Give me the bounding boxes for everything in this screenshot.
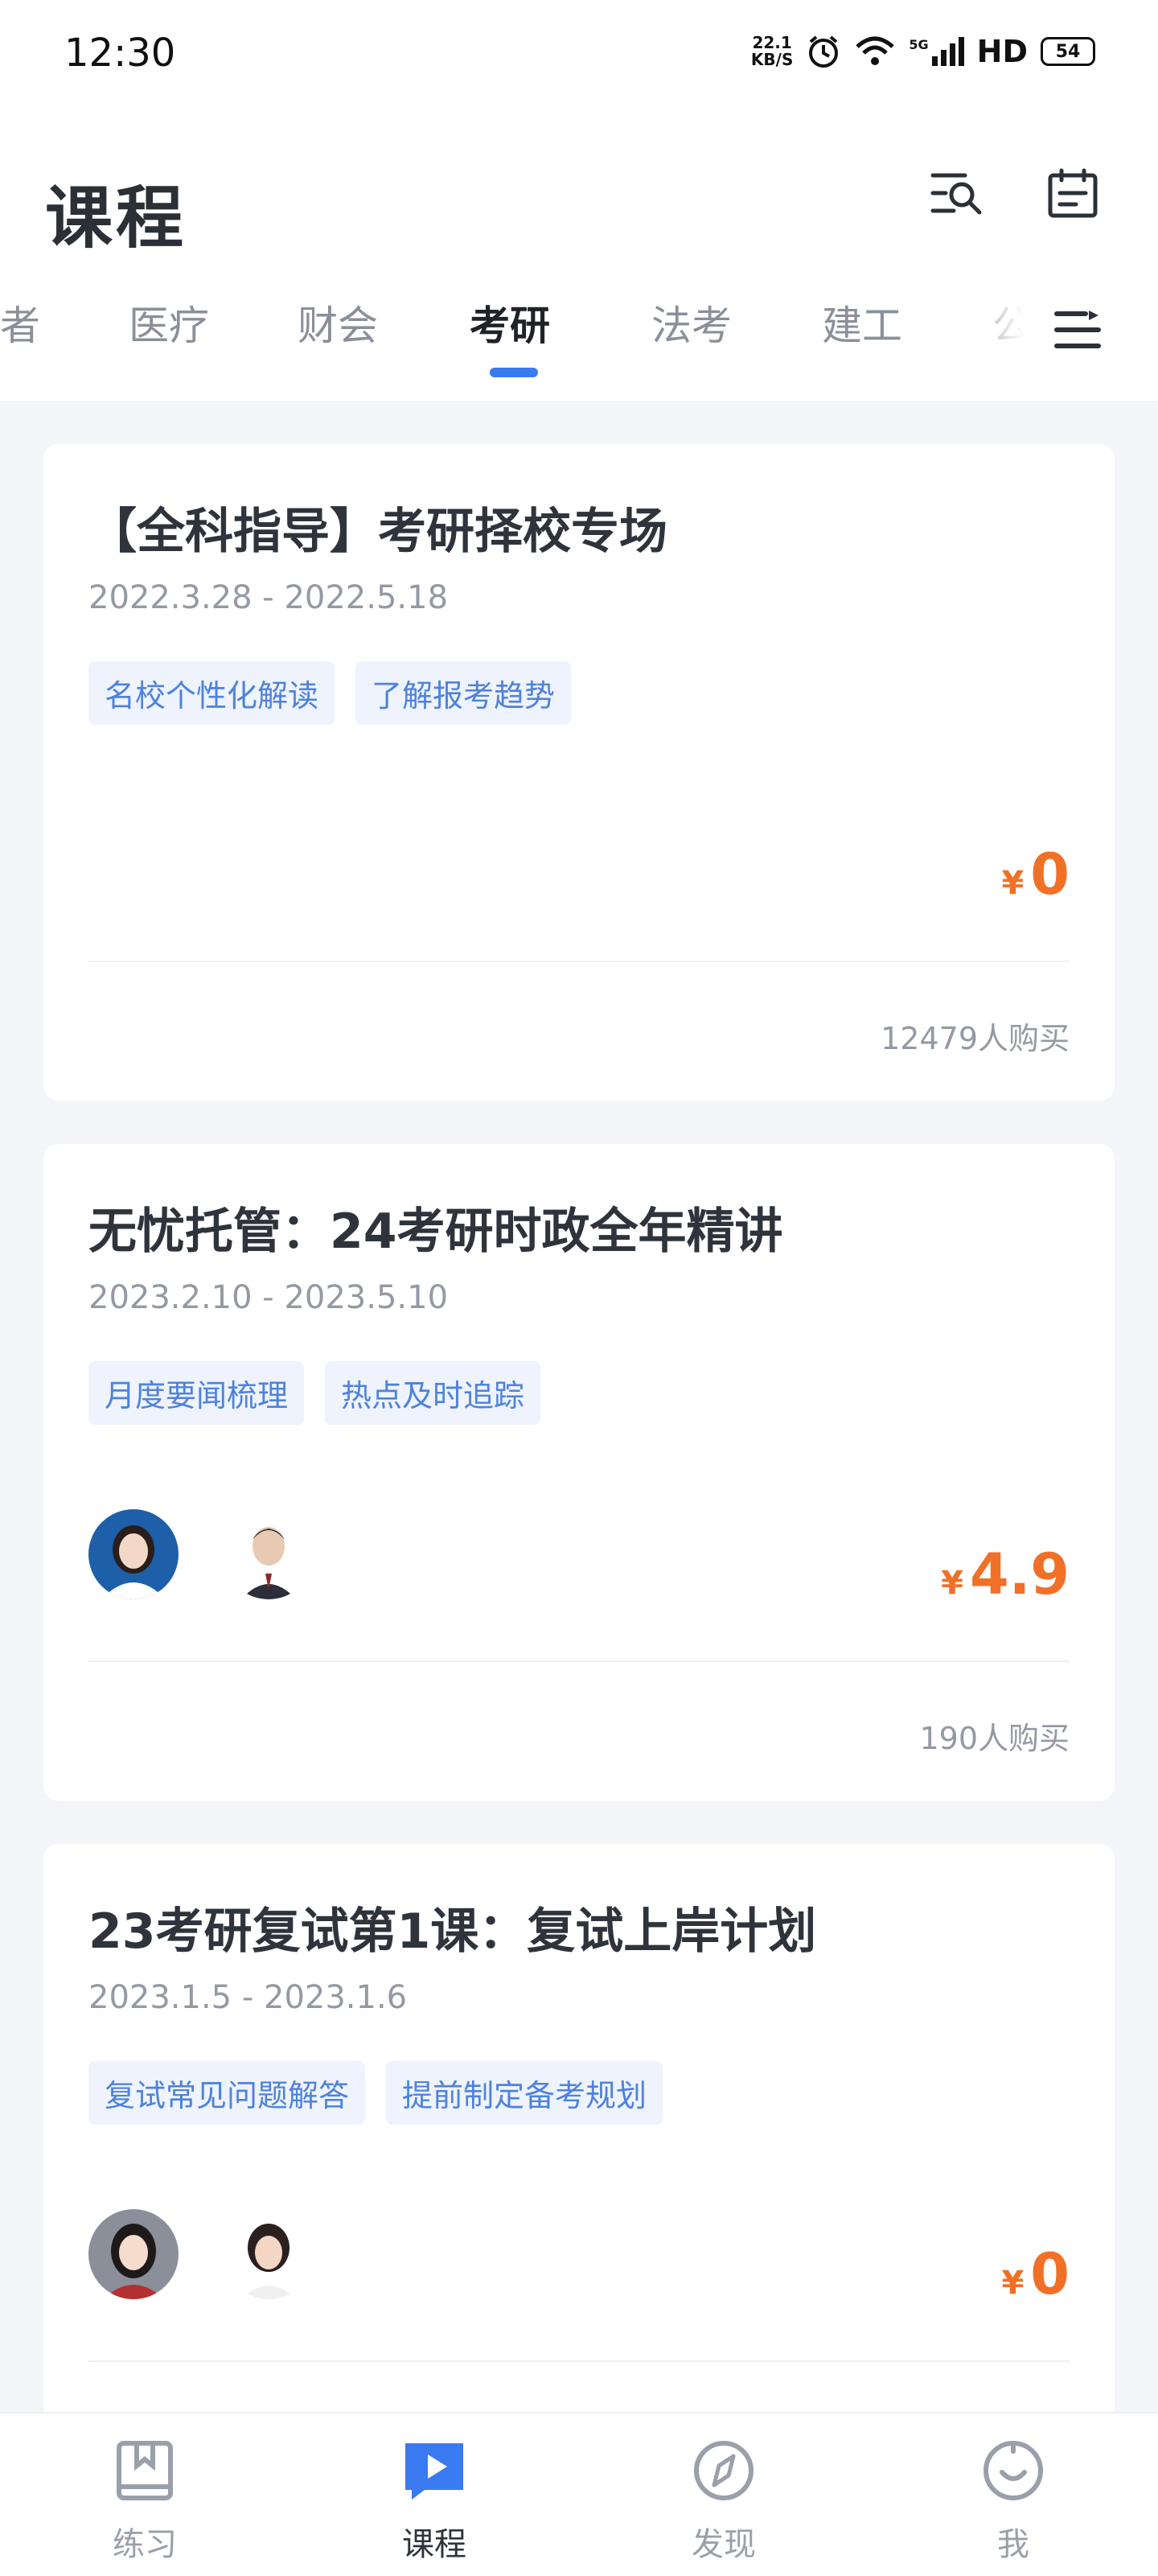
teacher-avatars — [88, 2209, 314, 2299]
divider — [88, 1660, 1070, 1662]
course-tag: 提前制定备考规划 — [386, 2061, 663, 2125]
tab-construction[interactable]: 建工 — [822, 294, 902, 352]
course-tags: 月度要闻梳理 热点及时追踪 — [88, 1361, 541, 1425]
active-tab-indicator — [490, 368, 538, 377]
course-price: ¥ 0 — [1001, 842, 1070, 907]
course-tags: 复试常见问题解答 提前制定备考规划 — [88, 2061, 663, 2125]
course-price: ¥ 0 — [1001, 2241, 1070, 2307]
course-title: 无忧托管：24考研时政全年精讲 — [88, 1204, 783, 1260]
calendar-button[interactable] — [1041, 161, 1105, 225]
bottom-nav: 练习 课程 发现 我 — [0, 2412, 1158, 2576]
course-date: 2023.1.5 - 2023.1.6 — [88, 1979, 408, 2016]
divider — [88, 961, 1070, 962]
course-tag: 复试常见问题解答 — [88, 2061, 366, 2125]
course-card[interactable]: 【全科指导】考研择校专场 2022.3.28 - 2022.5.18 名校个性化… — [43, 444, 1115, 1101]
course-tag: 热点及时追踪 — [325, 1361, 541, 1425]
cell-signal-icon: 5G — [909, 37, 964, 66]
tab-partial-left[interactable]: 者 — [0, 294, 40, 352]
course-title: 23考研复试第1课：复试上岸计划 — [88, 1903, 817, 1960]
status-bar: 12:30 22.1 KB/S 5G HD 54 — [0, 0, 1158, 113]
profile-icon — [977, 2434, 1049, 2507]
search-button[interactable] — [925, 161, 989, 225]
nav-discover[interactable]: 发现 — [643, 2434, 804, 2565]
course-title: 【全科指导】考研择校专场 — [88, 504, 667, 560]
compass-icon — [688, 2434, 760, 2507]
calendar-icon — [1048, 168, 1098, 218]
buyer-count: 190人购买 — [919, 1721, 1070, 1756]
alarm-icon — [809, 35, 839, 68]
course-date: 2022.3.28 - 2022.5.18 — [88, 579, 449, 616]
course-tag: 名校个性化解读 — [88, 661, 335, 725]
tab-kaoyan[interactable]: 考研 — [470, 294, 550, 352]
hd-indicator: HD — [976, 34, 1028, 69]
course-card[interactable]: 23考研复试第1课：复试上岸计划 2023.1.5 - 2023.1.6 复试常… — [43, 1844, 1115, 2504]
nav-me[interactable]: 我 — [933, 2434, 1094, 2565]
status-time: 12:30 — [64, 31, 176, 76]
status-icons: 22.1 KB/S 5G HD 54 — [751, 34, 1095, 69]
course-tag: 了解报考趋势 — [355, 661, 572, 725]
search-list-icon — [930, 173, 982, 215]
tab-menu-button[interactable] — [1045, 298, 1110, 362]
tab-law[interactable]: 法考 — [651, 294, 732, 352]
buyer-count: 12479人购买 — [881, 1021, 1070, 1056]
nav-practice[interactable]: 练习 — [64, 2434, 225, 2565]
teacher-avatar — [224, 1509, 314, 1599]
divider — [88, 2360, 1070, 2362]
teacher-avatar — [88, 2209, 179, 2299]
teacher-avatars — [88, 1509, 314, 1599]
teacher-avatar — [88, 1509, 179, 1599]
wifi-icon — [856, 36, 895, 65]
page-title: 课程 — [45, 179, 187, 257]
battery-icon: 54 — [1041, 37, 1095, 66]
tab-medical[interactable]: 医疗 — [129, 294, 209, 352]
menu-icon — [1054, 311, 1101, 348]
network-speed: 22.1 KB/S — [750, 33, 794, 69]
course-tag: 月度要闻梳理 — [88, 1361, 305, 1425]
course-date: 2023.2.10 - 2023.5.10 — [88, 1279, 449, 1316]
tabs-fade — [957, 290, 1053, 378]
course-price: ¥ 4.9 — [941, 1541, 1070, 1607]
book-icon — [109, 2434, 181, 2507]
teacher-avatar — [224, 2209, 314, 2299]
course-card[interactable]: 无忧托管：24考研时政全年精讲 2023.2.10 - 2023.5.10 月度… — [43, 1144, 1115, 1800]
course-tags: 名校个性化解读 了解报考趋势 — [88, 661, 572, 725]
play-icon — [398, 2434, 470, 2507]
nav-courses[interactable]: 课程 — [354, 2434, 515, 2565]
tab-accounting[interactable]: 财会 — [298, 294, 378, 352]
